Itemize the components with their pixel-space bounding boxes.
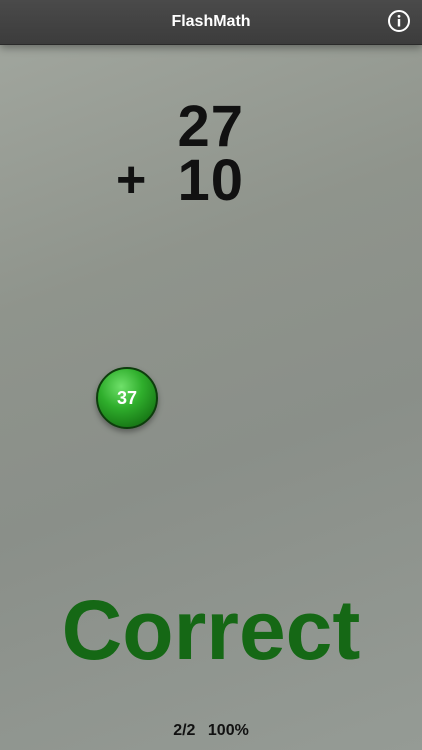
score-progress: 2/2 bbox=[173, 722, 196, 739]
bottom-operand: 10 bbox=[177, 148, 244, 213]
result-text: Correct bbox=[61, 583, 361, 677]
score-bar: 2/2 100% bbox=[0, 722, 422, 740]
answer-bubble[interactable]: 37 bbox=[96, 367, 158, 429]
math-problem: 27 + 10 bbox=[0, 0, 422, 240]
score-percent: 100% bbox=[207, 722, 249, 739]
operator: + bbox=[116, 151, 147, 209]
